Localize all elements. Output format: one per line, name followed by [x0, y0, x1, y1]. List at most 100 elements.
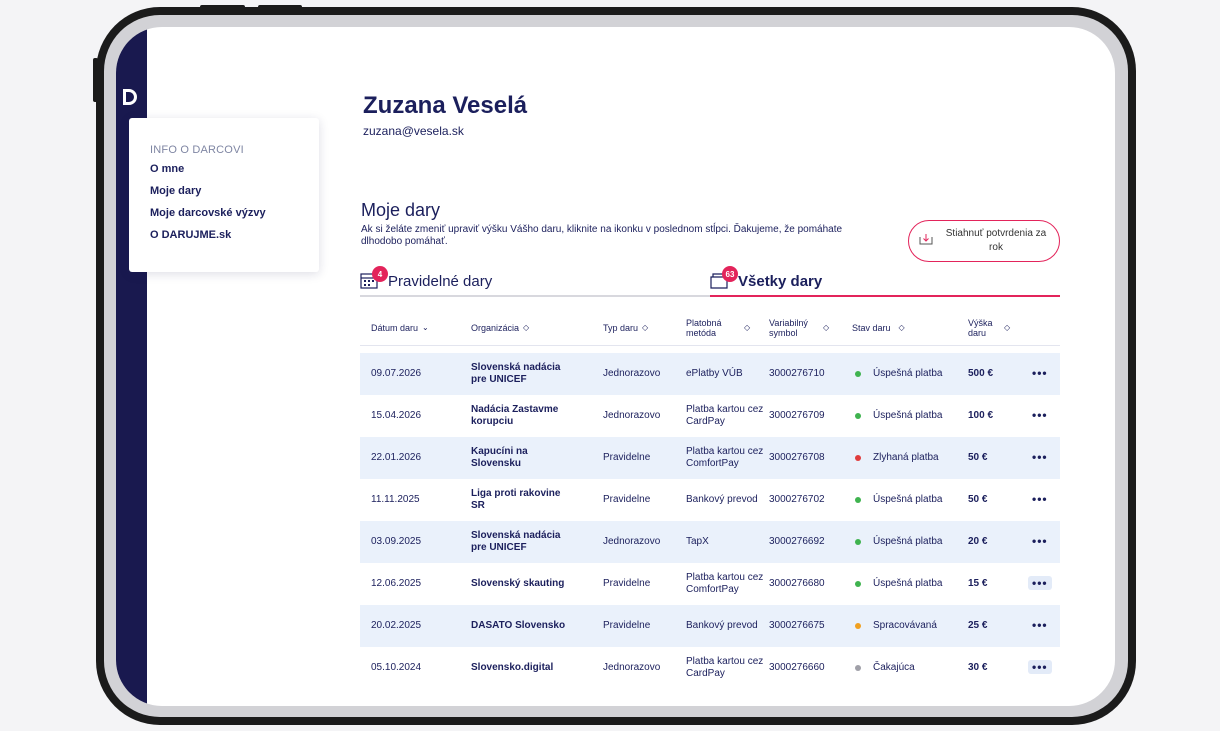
status-label: Spracovávaná [873, 620, 937, 631]
cell-status: Úspešná platba [852, 578, 943, 590]
menu-item-my-challenges[interactable]: Moje darcovské výzvy [150, 207, 319, 219]
cell-date: 05.10.2024 [371, 662, 422, 673]
menu-title: INFO O DARCOVI [150, 144, 244, 156]
status-label: Úspešná platba [873, 494, 943, 505]
column-header-variable-symbol[interactable]: Variabilný symbol ◇ [769, 318, 829, 338]
sort-desc-icon: ⌄ [422, 323, 429, 332]
status-label: Úspešná platba [873, 578, 943, 589]
status-dot-icon [855, 497, 861, 503]
more-actions-icon[interactable]: ••• [1028, 660, 1052, 674]
cell-payment-method: Platba kartou cez ComfortPay [686, 572, 764, 595]
calendar-icon: 4 [360, 266, 388, 291]
cell-variable-symbol: 3000276702 [769, 494, 825, 505]
cell-payment-method: Bankový prevod [686, 620, 758, 631]
table-body: 09.07.2026 Slovenská nadácia pre UNICEF Je… [360, 353, 1060, 689]
table-row: 05.10.2024 Slovensko.digital Jednorazovo Pl… [360, 647, 1060, 689]
download-label: Stiahnuť potvrdenia za rok [945, 228, 1047, 253]
column-header-type[interactable]: Typ daru ◇ [603, 323, 648, 333]
cell-organization[interactable]: Slovenský skauting [471, 578, 571, 590]
cell-organization[interactable]: Slovenská nadácia pre UNICEF [471, 530, 571, 554]
cell-date: 03.09.2025 [371, 536, 422, 547]
menu-item-about-me[interactable]: O mne [150, 163, 319, 175]
cell-type: Pravidelne [603, 578, 651, 589]
cell-variable-symbol: 3000276709 [769, 410, 825, 421]
cell-status: Úspešná platba [852, 410, 943, 422]
cell-variable-symbol: 3000276680 [769, 578, 825, 589]
table-row: 15.04.2026 Nadácia Zastavme korupciu Jedno… [360, 395, 1060, 437]
darujme-logo-icon[interactable] [123, 89, 137, 105]
cell-organization[interactable]: Liga proti rakovine SR [471, 488, 571, 512]
cell-payment-method: ePlatby VÚB [686, 368, 743, 379]
cell-type: Pravidelne [603, 494, 651, 505]
cell-organization[interactable]: Slovensko.digital [471, 662, 571, 674]
more-actions-icon[interactable]: ••• [1028, 576, 1052, 590]
menu-item-my-donations[interactable]: Moje dary [150, 185, 319, 197]
donations-table: Dátum daru ⌄ Organizácia ◇ Typ daru ◇ Plato… [360, 311, 1060, 689]
more-actions-icon[interactable]: ••• [1028, 492, 1052, 506]
status-dot-icon [855, 623, 861, 629]
column-header-organization[interactable]: Organizácia ◇ [471, 323, 571, 333]
sort-icon: ◇ [823, 323, 830, 332]
cell-date: 22.01.2026 [371, 452, 422, 463]
cell-status: Úspešná platba [852, 368, 943, 380]
cell-date: 15.04.2026 [371, 410, 422, 421]
section-description: Ak si želáte zmeniť upraviť výšku Vášho … [361, 224, 843, 247]
cell-amount: 100 € [968, 410, 994, 421]
tab-label: Pravidelné dary [388, 272, 493, 290]
cell-type: Jednorazovo [603, 536, 661, 547]
status-label: Úspešná platba [873, 410, 943, 421]
tab-badge-count: 4 [372, 266, 388, 282]
more-actions-icon[interactable]: ••• [1028, 366, 1052, 380]
column-header-status[interactable]: Stav daru ◇ [852, 323, 905, 333]
status-dot-icon [855, 455, 861, 461]
more-actions-icon[interactable]: ••• [1028, 408, 1052, 422]
cell-organization[interactable]: Nadácia Zastavme korupciu [471, 404, 571, 428]
cell-type: Jednorazovo [603, 662, 661, 673]
cell-variable-symbol: 3000276660 [769, 662, 825, 673]
status-label: Zlyhaná platba [873, 452, 939, 463]
sort-icon: ◇ [744, 323, 751, 332]
cell-amount: 30 € [968, 662, 988, 673]
cell-status: Úspešná platba [852, 494, 943, 506]
more-actions-icon[interactable]: ••• [1028, 618, 1052, 632]
table-header: Dátum daru ⌄ Organizácia ◇ Typ daru ◇ Plato… [360, 311, 1060, 346]
status-label: Úspešná platba [873, 368, 943, 379]
sort-icon: ◇ [642, 323, 649, 332]
column-header-amount[interactable]: Výška daru ◇ [968, 318, 1010, 338]
cell-amount: 500 € [968, 368, 994, 379]
more-actions-icon[interactable]: ••• [1028, 534, 1052, 548]
cell-amount: 20 € [968, 536, 988, 547]
cell-date: 09.07.2026 [371, 368, 422, 379]
table-row: 22.01.2026 Kapucíni na Slovensku Pravideln… [360, 437, 1060, 479]
sort-icon: ◇ [898, 323, 905, 332]
column-header-payment-method[interactable]: Platobná metóda ◇ [686, 318, 766, 338]
cell-type: Pravidelne [603, 620, 651, 631]
table-row: 03.09.2025 Slovenská nadácia pre UNICEF Je… [360, 521, 1060, 563]
table-row: 12.06.2025 Slovenský skauting Pravidelne Pl… [360, 563, 1060, 605]
cell-amount: 50 € [968, 494, 988, 505]
status-dot-icon [855, 371, 861, 377]
tab-all-donations[interactable]: 63 Všetky dary [710, 266, 1060, 297]
cell-organization[interactable]: Slovenská nadácia pre UNICEF [471, 362, 571, 386]
tab-label: Všetky dary [738, 272, 823, 290]
more-actions-icon[interactable]: ••• [1028, 450, 1052, 464]
cell-organization[interactable]: Kapucíni na Slovensku [471, 446, 571, 470]
download-confirmations-button[interactable]: Stiahnuť potvrdenia za rok [908, 220, 1060, 262]
folder-icon: 63 [710, 266, 738, 291]
tab-regular-donations[interactable]: 4 Pravidelné dary [360, 266, 710, 297]
cell-amount: 50 € [968, 452, 988, 463]
cell-payment-method: TapX [686, 536, 709, 547]
cell-variable-symbol: 3000276710 [769, 368, 825, 379]
status-label: Úspešná platba [873, 536, 943, 547]
table-row: 11.11.2025 Liga proti rakovine SR Pravidel… [360, 479, 1060, 521]
cell-type: Jednorazovo [603, 410, 661, 421]
cell-status: Zlyhaná platba [852, 452, 939, 464]
status-dot-icon [855, 539, 861, 545]
cell-date: 12.06.2025 [371, 578, 422, 589]
cell-organization[interactable]: DASATO Slovensko [471, 620, 571, 632]
menu-item-about-darujme[interactable]: O DARUJME.sk [150, 229, 319, 241]
table-row: 09.07.2026 Slovenská nadácia pre UNICEF Je… [360, 353, 1060, 395]
column-header-date[interactable]: Dátum daru ⌄ [371, 323, 429, 333]
tab-badge-count: 63 [722, 266, 738, 282]
cell-variable-symbol: 3000276708 [769, 452, 825, 463]
